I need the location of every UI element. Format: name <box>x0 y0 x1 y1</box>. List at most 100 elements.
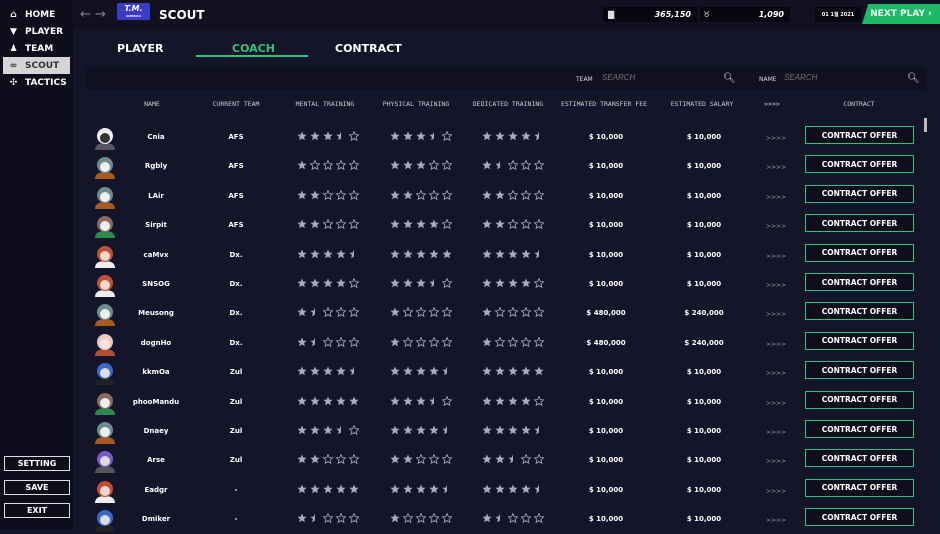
contract-offer-button[interactable]: CONTRACT OFFER <box>805 155 914 174</box>
star-filled-icon <box>521 278 531 288</box>
star-filled-icon <box>336 396 346 405</box>
star-filled-icon <box>495 484 505 494</box>
search-icon[interactable]: 🔍︎ <box>907 73 920 84</box>
contract-offer-button[interactable]: CONTRACT OFFER <box>805 331 914 350</box>
physical-training-rating <box>390 336 452 347</box>
more-button[interactable]: >>>> <box>766 164 786 171</box>
contract-offer-button[interactable]: CONTRACT OFFER <box>805 361 914 380</box>
sidebar-item-player[interactable]: ▼ PLAYER <box>3 23 70 40</box>
search-icon[interactable]: 🔍︎ <box>723 73 736 84</box>
star-filled-icon <box>482 337 492 347</box>
contract-offer-button[interactable]: CONTRACT OFFER <box>805 420 914 438</box>
star-empty-icon <box>521 307 531 318</box>
star-empty-icon <box>323 513 333 524</box>
scrollbar[interactable] <box>924 118 927 132</box>
more-button[interactable]: >>>> <box>766 223 786 230</box>
star-empty-icon <box>416 454 426 465</box>
table-row[interactable]: Dmiker - $ 10,000 $ 10,000 >>>> CONTRACT… <box>86 505 916 534</box>
more-button[interactable]: >>>> <box>766 282 786 289</box>
salary: $ 10,000 <box>686 221 722 230</box>
more-button[interactable]: >>>> <box>766 488 786 495</box>
setting-button[interactable]: SETTING <box>4 456 70 471</box>
binoculars-icon: ∞ <box>9 60 18 71</box>
contract-offer-button[interactable]: CONTRACT OFFER <box>805 273 914 291</box>
star-filled-icon <box>482 513 492 523</box>
contract-offer-button[interactable]: CONTRACT OFFER <box>805 478 914 497</box>
next-play-button[interactable]: NEXT PLAY › <box>862 4 940 24</box>
more-button[interactable]: >>>> <box>766 311 786 318</box>
tab-player[interactable]: PLAYER <box>117 42 163 55</box>
more-button[interactable]: >>>> <box>766 341 786 348</box>
star-filled-icon <box>297 396 307 405</box>
contract-offer-button[interactable]: CONTRACT OFFER <box>805 449 914 468</box>
star-empty-icon <box>349 336 359 347</box>
current-team: AFS <box>228 162 244 171</box>
star-half-icon <box>349 366 359 376</box>
sidebar-item-scout[interactable]: ∞ SCOUT <box>3 57 70 74</box>
table-row[interactable]: Cnia AFS $ 10,000 $ 10,000 >>>> CONTRACT… <box>86 123 916 152</box>
star-empty-icon <box>534 454 544 465</box>
more-button[interactable]: >>>> <box>766 370 786 377</box>
more-button[interactable]: >>>> <box>766 458 786 465</box>
contract-offer-button[interactable]: CONTRACT OFFER <box>805 302 914 321</box>
transfer-fee: $ 480,000 <box>586 338 626 347</box>
table-row[interactable]: Eadgr - $ 10,000 $ 10,000 >>>> CONTRACT … <box>86 476 916 505</box>
star-filled-icon <box>442 249 452 258</box>
more-button[interactable]: >>>> <box>766 253 786 260</box>
star-filled-icon <box>390 396 400 405</box>
star-empty-icon <box>403 336 413 347</box>
dedicated-training-rating <box>482 513 544 524</box>
tab-coach[interactable]: COACH <box>232 42 275 55</box>
contract-offer-button[interactable]: CONTRACT OFFER <box>805 508 914 527</box>
table-row[interactable]: Sirpit AFS $ 10,000 $ 10,000 >>>> CONTRA… <box>86 211 916 240</box>
contract-offer-button[interactable]: CONTRACT OFFER <box>805 214 914 233</box>
star-half-icon <box>534 484 544 494</box>
star-empty-icon <box>521 513 531 524</box>
exit-button[interactable]: EXIT <box>4 503 70 518</box>
column-header[interactable]: >>>> <box>764 100 780 108</box>
current-team: AFS <box>228 133 244 141</box>
sidebar-item-home[interactable]: ⌂ HOME <box>3 6 70 23</box>
transfer-fee: $ 10,000 <box>588 485 624 494</box>
table-row[interactable]: caMvx Dx. $ 10,000 $ 10,000 >>>> CONTRAC… <box>86 241 916 270</box>
table-row[interactable]: kkmOa Zul $ 10,000 $ 10,000 >>>> CONTRAC… <box>86 358 916 387</box>
table-row[interactable]: Arse Zul $ 10,000 $ 10,000 >>>> CONTRACT… <box>86 446 916 475</box>
star-empty-icon <box>534 160 544 171</box>
star-filled-icon <box>297 219 307 229</box>
physical-training-rating <box>390 395 452 406</box>
star-filled-icon <box>521 249 531 258</box>
sidebar-item-tactics[interactable]: ✣ TACTICS <box>3 74 70 91</box>
star-filled-icon <box>495 396 505 405</box>
more-button[interactable]: >>>> <box>766 400 786 407</box>
table-row[interactable]: phooMandu Zul $ 10,000 $ 10,000 >>>> CON… <box>86 388 916 417</box>
forward-arrow-icon[interactable]: → <box>95 7 106 22</box>
table-row[interactable]: dognHo Dx. $ 480,000 $ 240,000 >>>> CONT… <box>86 329 916 358</box>
contract-offer-button[interactable]: CONTRACT OFFER <box>805 184 914 203</box>
name-search-input[interactable] <box>784 73 904 82</box>
more-button[interactable]: >>>> <box>766 429 786 436</box>
table-row[interactable]: Meusong Dx. $ 480,000 $ 240,000 >>>> CON… <box>86 299 916 328</box>
contract-offer-button[interactable]: CONTRACT OFFER <box>805 390 914 409</box>
tab-contract[interactable]: CONTRACT <box>335 42 402 55</box>
star-empty-icon <box>534 219 544 230</box>
more-button[interactable]: >>>> <box>766 517 786 524</box>
star-filled-icon <box>521 131 531 141</box>
star-filled-icon <box>508 131 518 141</box>
more-button[interactable]: >>>> <box>766 194 786 201</box>
save-button[interactable]: SAVE <box>4 480 70 495</box>
back-arrow-icon[interactable]: ← <box>80 7 91 22</box>
contract-offer-button[interactable]: CONTRACT OFFER <box>805 126 914 144</box>
star-filled-icon <box>310 396 320 405</box>
more-button[interactable]: >>>> <box>766 135 786 142</box>
table-row[interactable]: SNSOG Dx. $ 10,000 $ 10,000 >>>> CONTRAC… <box>86 270 916 299</box>
team-search-input[interactable] <box>602 73 722 82</box>
star-filled-icon <box>390 337 400 347</box>
table-row[interactable]: LAir AFS $ 10,000 $ 10,000 >>>> CONTRACT… <box>86 182 916 211</box>
contract-offer-button[interactable]: CONTRACT OFFER <box>805 243 914 262</box>
sidebar-item-team[interactable]: ♟ TEAM <box>3 40 70 57</box>
sidebar-item-label: PLAYER <box>25 26 64 37</box>
star-empty-icon <box>521 454 531 465</box>
table-row[interactable]: Rgbly AFS $ 10,000 $ 10,000 >>>> CONTRAC… <box>86 152 916 181</box>
star-filled-icon <box>403 131 413 141</box>
table-row[interactable]: Dnaey Zul $ 10,000 $ 10,000 >>>> CONTRAC… <box>86 417 916 446</box>
